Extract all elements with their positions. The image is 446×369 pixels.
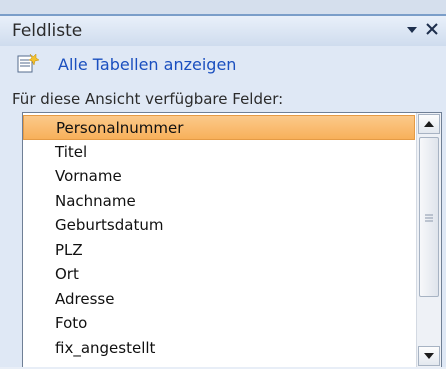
scroll-down-button[interactable] xyxy=(418,346,440,366)
pane-title-bar: Feldliste xyxy=(0,14,446,46)
scroll-thumb[interactable] xyxy=(419,137,439,297)
show-all-tables-label[interactable]: Alle Tabellen anzeigen xyxy=(58,55,236,74)
vertical-scrollbar[interactable] xyxy=(416,113,441,367)
field-list-pane: Feldliste Alle Tabellen anzeigen Für die… xyxy=(0,0,446,367)
scroll-up-button[interactable] xyxy=(418,114,440,134)
field-list-item[interactable]: Geburtsdatum xyxy=(23,213,415,238)
field-list-item[interactable]: Personalnummer xyxy=(23,115,415,140)
pane-controls xyxy=(405,20,441,44)
field-list-item[interactable]: fix_angestellt xyxy=(23,336,415,361)
top-strip xyxy=(0,0,446,14)
field-list-item[interactable]: Adresse xyxy=(23,287,415,312)
field-list-item[interactable]: PLZ xyxy=(23,238,415,263)
field-list-item[interactable]: Ort xyxy=(23,262,415,287)
table-wizard-icon xyxy=(17,53,40,73)
show-all-tables-link[interactable]: Alle Tabellen anzeigen xyxy=(16,52,236,76)
field-list: Personalnummer Titel Vorname Nachname Geburt… xyxy=(23,115,415,360)
grip-icon xyxy=(425,214,433,222)
field-listbox[interactable]: Personalnummer Titel Vorname Nachname Geburt… xyxy=(22,112,442,367)
field-list-item[interactable]: Vorname xyxy=(23,164,415,189)
arrow-up-icon xyxy=(424,121,434,127)
close-icon[interactable] xyxy=(426,23,438,35)
field-list-item[interactable]: Titel xyxy=(23,140,415,165)
chevron-down-icon[interactable] xyxy=(407,27,417,33)
available-fields-label: Für diese Ansicht verfügbare Felder: xyxy=(12,90,284,108)
arrow-down-icon xyxy=(424,353,434,359)
pane-title: Feldliste xyxy=(12,21,83,41)
field-list-item[interactable]: Nachname xyxy=(23,189,415,214)
field-list-item[interactable]: Foto xyxy=(23,311,415,336)
